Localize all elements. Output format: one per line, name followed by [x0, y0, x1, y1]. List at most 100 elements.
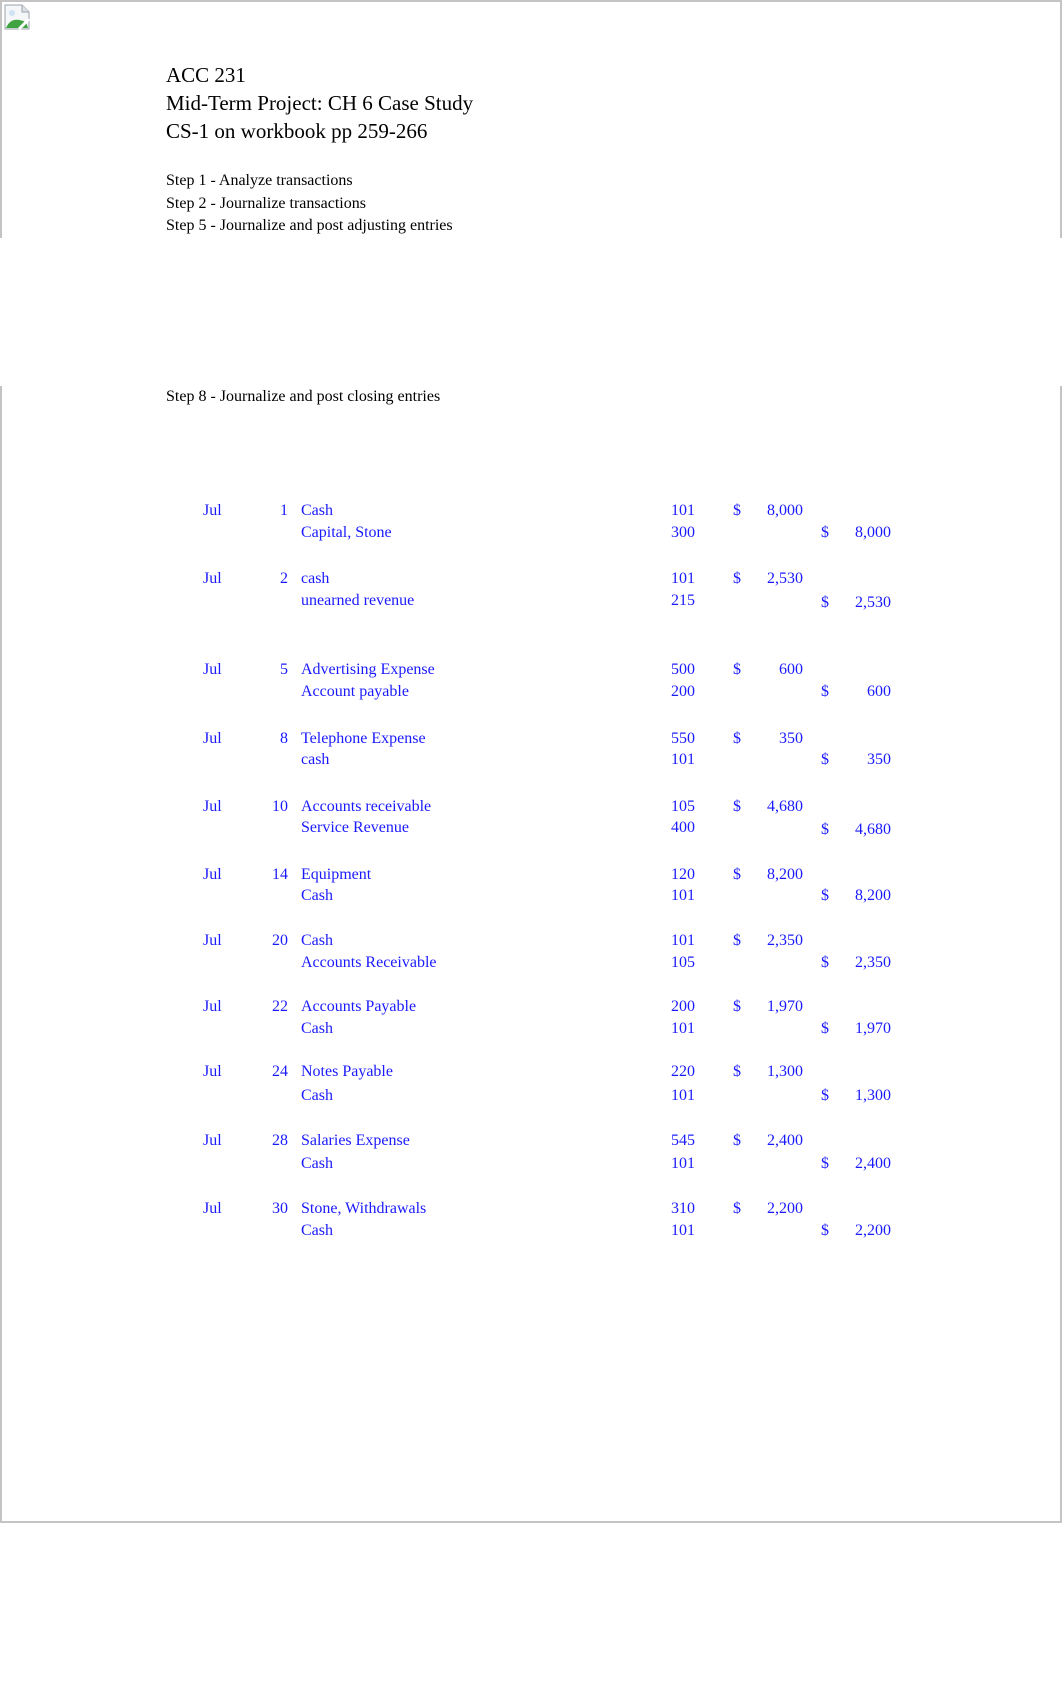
credit-amount: 8,200 — [855, 887, 891, 904]
credit-currency-symbol: $ — [821, 887, 829, 904]
credit-account: cash — [301, 751, 330, 768]
step-1-label: Step 1 - Analyze transactions — [166, 172, 353, 189]
entry-month: Jul — [203, 1063, 222, 1080]
credit-amount: 1,970 — [855, 1020, 891, 1037]
debit-account: Cash — [301, 502, 333, 519]
credit-post-ref: 105 — [671, 954, 695, 971]
entry-day: 5 — [280, 661, 288, 678]
credit-account: Accounts Receivable — [301, 954, 437, 971]
entry-month: Jul — [203, 998, 222, 1015]
entry-month: Jul — [203, 1132, 222, 1149]
debit-amount: 350 — [779, 730, 803, 747]
credit-amount: 4,680 — [855, 821, 891, 838]
debit-amount: 1,300 — [767, 1063, 803, 1080]
credit-amount: 8,000 — [855, 524, 891, 541]
entry-month: Jul — [203, 1200, 222, 1217]
credit-account: Cash — [301, 1020, 333, 1037]
entry-day: 1 — [280, 502, 288, 519]
debit-post-ref: 550 — [671, 730, 695, 747]
credit-amount: 350 — [867, 751, 891, 768]
entry-month: Jul — [203, 932, 222, 949]
debit-post-ref: 120 — [671, 866, 695, 883]
entry-day: 30 — [272, 1200, 288, 1217]
entry-day: 28 — [272, 1132, 288, 1149]
credit-amount: 2,350 — [855, 954, 891, 971]
debit-post-ref: 101 — [671, 932, 695, 949]
credit-post-ref: 101 — [671, 1155, 695, 1172]
step-5-label: Step 5 - Journalize and post adjusting e… — [166, 217, 453, 234]
credit-amount: 1,300 — [855, 1087, 891, 1104]
credit-currency-symbol: $ — [821, 1222, 829, 1239]
debit-account: cash — [301, 570, 330, 587]
debit-account: Cash — [301, 932, 333, 949]
credit-currency-symbol: $ — [821, 954, 829, 971]
credit-account: Service Revenue — [301, 819, 409, 836]
credit-amount: 2,400 — [855, 1155, 891, 1172]
entry-day: 24 — [272, 1063, 288, 1080]
debit-post-ref: 220 — [671, 1063, 695, 1080]
credit-account: Cash — [301, 1155, 333, 1172]
entry-day: 14 — [272, 866, 288, 883]
credit-currency-symbol: $ — [821, 751, 829, 768]
debit-amount: 2,200 — [767, 1200, 803, 1217]
debit-amount: 2,400 — [767, 1132, 803, 1149]
credit-post-ref: 101 — [671, 1087, 695, 1104]
debit-account: Notes Payable — [301, 1063, 393, 1080]
broken-image-icon — [4, 4, 30, 30]
credit-account: Account payable — [301, 683, 409, 700]
debit-amount: 4,680 — [767, 798, 803, 815]
entry-day: 22 — [272, 998, 288, 1015]
debit-amount: 600 — [779, 661, 803, 678]
credit-currency-symbol: $ — [821, 821, 829, 838]
page-frame-left — [0, 386, 2, 1523]
page-frame-bottom — [0, 1521, 1062, 1523]
page-frame-left — [0, 0, 2, 238]
credit-amount: 2,200 — [855, 1222, 891, 1239]
entry-day: 10 — [272, 798, 288, 815]
debit-post-ref: 310 — [671, 1200, 695, 1217]
debit-post-ref: 200 — [671, 998, 695, 1015]
entry-month: Jul — [203, 570, 222, 587]
credit-account: Cash — [301, 1222, 333, 1239]
debit-account: Accounts receivable — [301, 798, 432, 815]
credit-post-ref: 101 — [671, 751, 695, 768]
project-title: Mid-Term Project: CH 6 Case Study — [166, 91, 474, 115]
credit-post-ref: 215 — [671, 592, 695, 609]
debit-amount: 8,200 — [767, 866, 803, 883]
debit-post-ref: 545 — [671, 1132, 695, 1149]
credit-post-ref: 200 — [671, 683, 695, 700]
entry-day: 20 — [272, 932, 288, 949]
debit-amount: 8,000 — [767, 502, 803, 519]
page-frame-top — [0, 0, 1062, 2]
credit-account: Cash — [301, 887, 333, 904]
credit-currency-symbol: $ — [821, 1155, 829, 1172]
credit-account: unearned revenue — [301, 592, 415, 609]
step-2-label: Step 2 - Journalize transactions — [166, 195, 366, 212]
credit-post-ref: 101 — [671, 887, 695, 904]
debit-post-ref: 101 — [671, 502, 695, 519]
debit-account: Telephone Expense — [301, 730, 426, 747]
entry-month: Jul — [203, 730, 222, 747]
debit-account: Accounts Payable — [301, 998, 417, 1015]
debit-account: Advertising Expense — [301, 661, 435, 678]
credit-currency-symbol: $ — [821, 683, 829, 700]
entry-month: Jul — [203, 798, 222, 815]
debit-post-ref: 101 — [671, 570, 695, 587]
credit-post-ref: 101 — [671, 1222, 695, 1239]
entry-month: Jul — [203, 866, 222, 883]
debit-amount: 2,350 — [767, 932, 803, 949]
credit-post-ref: 101 — [671, 1020, 695, 1037]
debit-post-ref: 500 — [671, 661, 695, 678]
debit-account: Stone, Withdrawals — [301, 1200, 427, 1217]
workbook-reference: CS-1 on workbook pp 259-266 — [166, 119, 428, 143]
credit-currency-symbol: $ — [821, 594, 829, 611]
debit-amount: 1,970 — [767, 998, 803, 1015]
entry-month: Jul — [203, 661, 222, 678]
credit-currency-symbol: $ — [821, 1020, 829, 1037]
credit-currency-symbol: $ — [821, 1087, 829, 1104]
debit-account: Salaries Expense — [301, 1132, 410, 1149]
entry-month: Jul — [203, 502, 222, 519]
credit-amount: 600 — [867, 683, 891, 700]
debit-post-ref: 105 — [671, 798, 695, 815]
entry-day: 2 — [280, 570, 288, 587]
